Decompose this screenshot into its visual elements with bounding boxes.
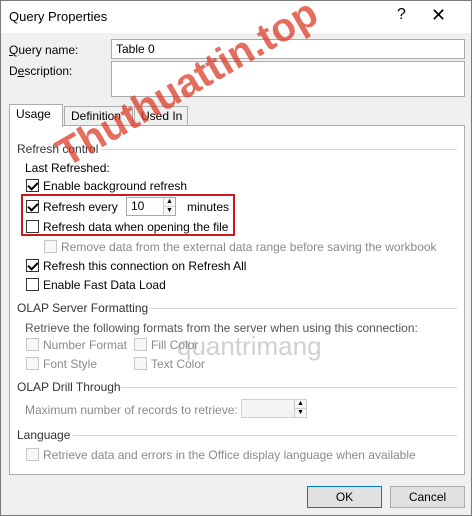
olap-formatting-title: OLAP Server Formatting xyxy=(17,301,149,315)
window-title: Query Properties xyxy=(9,9,108,24)
query-name-value: Table 0 xyxy=(116,42,155,56)
usage-panel xyxy=(9,125,465,475)
section-divider xyxy=(149,308,457,309)
tab-usage[interactable]: Usage xyxy=(9,104,63,127)
description-label-rest: scription: xyxy=(24,64,73,78)
fast-load-label: Enable Fast Data Load xyxy=(43,278,166,292)
remove-data-label: Remove data from the external data range… xyxy=(61,240,437,254)
section-divider xyxy=(121,387,457,388)
refresh-all-checkbox[interactable] xyxy=(26,259,39,272)
refresh-all-label: Refresh this connection on Refresh All xyxy=(43,259,247,273)
spinner-up-icon[interactable]: ▲ xyxy=(295,400,306,409)
text-color-checkbox[interactable] xyxy=(134,357,147,370)
tab-usage-label: Usage xyxy=(16,107,51,121)
query-name-label-rest: uery name: xyxy=(18,43,79,57)
spinner-down-icon[interactable]: ▼ xyxy=(295,409,306,418)
help-icon[interactable]: ? xyxy=(397,6,406,24)
fast-load-checkbox[interactable] xyxy=(26,278,39,291)
highlight-box xyxy=(21,194,235,236)
query-name-label: Query name: xyxy=(9,43,79,57)
display-language-label: Retrieve data and errors in the Office d… xyxy=(43,448,416,462)
description-label: Description: xyxy=(9,64,73,78)
background-refresh-checkbox[interactable] xyxy=(26,179,39,192)
remove-data-checkbox[interactable] xyxy=(44,240,57,253)
watermark-logo: quantrimang xyxy=(177,331,322,361)
ok-button-label: OK xyxy=(335,490,354,504)
number-format-checkbox[interactable] xyxy=(26,338,39,351)
cancel-button-label: Cancel xyxy=(408,490,447,504)
ok-button[interactable]: OK xyxy=(307,486,382,508)
display-language-checkbox[interactable] xyxy=(26,448,39,461)
max-records-label: Maximum number of records to retrieve: xyxy=(25,403,238,417)
olap-drill-title: OLAP Drill Through xyxy=(17,380,121,394)
font-style-checkbox[interactable] xyxy=(26,357,39,370)
description-label-first: D xyxy=(9,64,18,78)
language-title: Language xyxy=(17,428,71,442)
fill-color-checkbox[interactable] xyxy=(134,338,147,351)
query-properties-dialog: Query Properties ? ✕ Query name: Table 0… xyxy=(0,0,472,516)
section-divider xyxy=(101,149,457,150)
section-divider xyxy=(73,435,457,436)
max-records-spinner[interactable]: ▲ ▼ xyxy=(241,399,307,418)
background-refresh-label: Enable background refresh xyxy=(43,179,188,193)
cancel-button[interactable]: Cancel xyxy=(390,486,465,508)
number-format-label: Number Format xyxy=(43,338,128,352)
spinner-arrows: ▲ ▼ xyxy=(294,400,306,417)
close-icon[interactable]: ✕ xyxy=(431,5,446,26)
font-style-label: Font Style xyxy=(43,357,98,371)
